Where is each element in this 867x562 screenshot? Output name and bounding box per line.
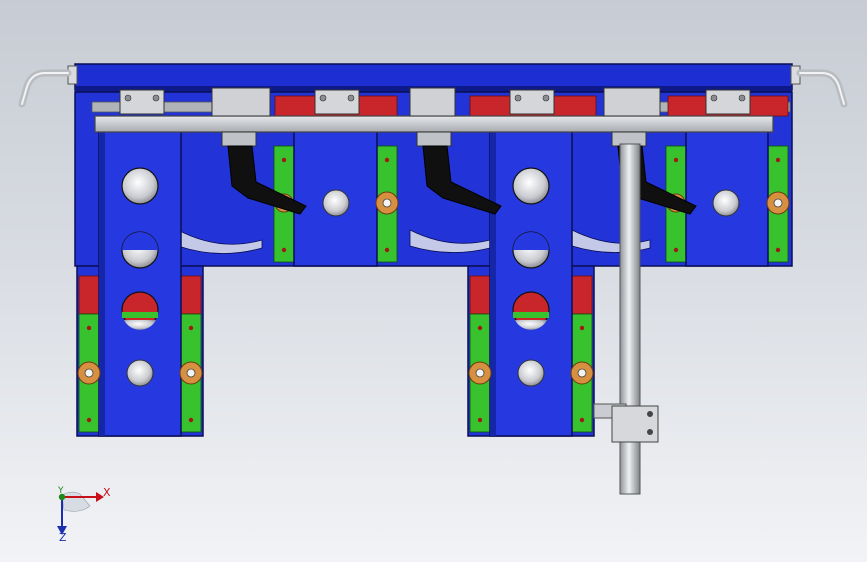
mid-leg-red-left (469, 275, 491, 315)
left-leg-red-left (78, 275, 100, 315)
left-elbow-fitting[interactable] (18, 65, 78, 108)
right-elbow-fitting[interactable] (790, 65, 848, 108)
assembly-drawing[interactable] (0, 0, 867, 562)
axis-triad (57, 491, 104, 535)
x-axis-label: X (103, 486, 111, 499)
left-leg-red-right (180, 275, 202, 315)
pin-hole-upper-2 (322, 189, 350, 217)
cad-viewport[interactable]: X Y Z (0, 0, 867, 562)
mid-leg-red-right (571, 275, 593, 315)
z-axis-label: Z (59, 531, 67, 544)
horizontal-rail[interactable] (94, 115, 774, 133)
red-hole-mid (512, 291, 550, 330)
pin-hole-left (126, 359, 154, 387)
red-hole-left (121, 291, 159, 330)
pin-hole-mid (517, 359, 545, 387)
y-axis-label: Y (58, 486, 64, 496)
pin-hole-upper-4 (712, 189, 740, 217)
